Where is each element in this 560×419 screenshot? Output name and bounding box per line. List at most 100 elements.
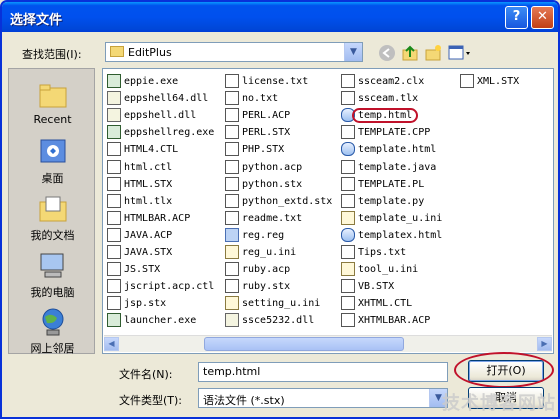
exe-file-icon — [107, 125, 121, 140]
file-name: JS.STX — [124, 264, 161, 276]
scroll-right-icon[interactable]: ▶ — [537, 337, 552, 351]
file-name: HTML.STX — [124, 178, 173, 190]
file-item[interactable]: readme.txt — [225, 210, 302, 227]
file-name: Tips.txt — [358, 247, 407, 258]
doc-file-icon — [107, 159, 121, 174]
file-item[interactable]: templatex.html — [341, 227, 442, 244]
file-item[interactable]: PERL.ACP — [225, 107, 290, 124]
scroll-left-icon[interactable]: ◀ — [104, 337, 119, 351]
file-item[interactable]: Tips.txt — [341, 244, 406, 261]
file-item[interactable]: TEMPLATE.PL — [341, 176, 424, 193]
file-item[interactable]: eppshell64.dll — [107, 90, 208, 107]
file-item[interactable]: XHTMLBAR.ACP — [341, 312, 430, 329]
file-item[interactable]: jsp.stx — [107, 295, 166, 312]
file-item[interactable]: ruby.acp — [225, 261, 290, 278]
file-item[interactable]: python_extd.stx — [225, 193, 332, 210]
file-item[interactable]: reg.reg — [225, 227, 284, 244]
file-item[interactable]: reg_u.ini — [225, 244, 296, 261]
ini-file-icon — [341, 210, 355, 225]
file-item[interactable]: tool_u.ini — [341, 261, 418, 278]
help-button[interactable]: ? — [505, 6, 528, 29]
doc-file-icon — [341, 193, 355, 208]
file-item[interactable]: eppshellreg.exe — [107, 124, 214, 141]
file-item[interactable]: XHTML.CTL — [341, 295, 412, 312]
file-item[interactable]: template.java — [341, 159, 436, 176]
doc-file-icon — [225, 91, 239, 106]
place-desktop[interactable]: 桌面 — [9, 136, 96, 186]
place-computer[interactable]: 我的电脑 — [9, 250, 96, 300]
ini-file-icon — [341, 262, 355, 277]
filename-field[interactable]: temp.html — [198, 362, 448, 382]
file-item[interactable]: JAVA.STX — [107, 244, 172, 261]
place-documents[interactable]: 我的文档 — [9, 193, 96, 243]
doc-file-icon — [225, 159, 239, 174]
place-recent[interactable]: Recent — [9, 79, 96, 126]
file-item[interactable]: setting_u.ini — [225, 295, 320, 312]
file-item[interactable]: python.acp — [225, 159, 302, 176]
file-item[interactable]: python.stx — [225, 176, 302, 193]
file-item[interactable]: ssceam.tlx — [341, 90, 418, 107]
file-name: eppshell.dll — [124, 110, 197, 122]
file-item[interactable]: VB.STX — [341, 278, 394, 295]
file-item[interactable]: temp.html — [341, 107, 419, 124]
dll-file-icon — [107, 91, 121, 106]
file-item[interactable]: no.txt — [225, 90, 278, 107]
doc-file-icon — [341, 313, 355, 328]
file-item[interactable]: PHP.STX — [225, 141, 284, 158]
file-item[interactable]: jscript.acp.ctl — [107, 278, 214, 295]
file-name: readme.txt — [242, 212, 303, 224]
file-name: ssceam.tlx — [358, 93, 419, 105]
file-item[interactable]: ssceam2.clx — [341, 73, 424, 90]
chevron-down-icon[interactable]: ▼ — [344, 43, 362, 61]
file-item[interactable]: template.py — [341, 193, 424, 210]
file-item[interactable]: ssce5232.dll — [225, 312, 314, 329]
up-folder-icon[interactable] — [400, 43, 420, 63]
file-item[interactable]: TEMPLATE.CPP — [341, 124, 430, 141]
file-list[interactable]: ◀ ▶ eppie.exe eppshell64.dll eppshell.dll e… — [102, 68, 554, 354]
file-name: ruby.acp — [242, 264, 291, 276]
doc-file-icon — [225, 142, 239, 157]
doc-file-icon — [341, 245, 355, 259]
reg-file-icon — [225, 227, 239, 242]
close-button[interactable]: ✕ — [531, 6, 554, 29]
file-item[interactable]: html.tlx — [107, 193, 172, 210]
computer-icon — [40, 253, 63, 278]
place-network[interactable]: 网上邻居 — [9, 306, 96, 356]
file-item[interactable]: eppie.exe — [107, 73, 178, 90]
file-item[interactable]: ruby.stx — [225, 278, 290, 295]
file-name: ruby.stx — [242, 281, 291, 293]
file-name: no.txt — [242, 93, 279, 105]
dll-file-icon — [107, 108, 121, 123]
back-icon[interactable] — [377, 43, 397, 63]
file-name: JAVA.ACP — [124, 229, 173, 241]
file-name: template.java — [358, 161, 437, 173]
filetype-value: 语法文件 (*.stx) — [203, 394, 285, 407]
lookin-combo[interactable]: EditPlus ▼ — [105, 42, 363, 62]
filetype-select[interactable]: 语法文件 (*.stx) ▼ — [198, 388, 448, 408]
file-name: PERL.ACP — [242, 110, 291, 122]
dll-file-icon — [225, 313, 239, 328]
horizontal-scrollbar[interactable]: ◀ ▶ — [104, 335, 552, 352]
file-name: reg.reg — [242, 229, 285, 241]
doc-file-icon — [225, 176, 239, 191]
file-item[interactable]: html.ctl — [107, 159, 172, 176]
file-item[interactable]: HTML.STX — [107, 176, 172, 193]
file-item[interactable]: XML.STX — [460, 73, 519, 90]
file-item[interactable]: PERL.STX — [225, 124, 290, 141]
file-item[interactable]: launcher.exe — [107, 312, 196, 329]
file-item[interactable]: JS.STX — [107, 261, 160, 278]
places-bar: Recent 桌面 我的文档 我的电脑 网上邻居 — [8, 68, 96, 356]
file-item[interactable]: license.txt — [225, 73, 308, 90]
file-item[interactable]: template.html — [341, 141, 436, 158]
new-folder-icon[interactable] — [423, 43, 443, 63]
desktop-icon — [40, 139, 65, 163]
file-item[interactable]: eppshell.dll — [107, 107, 196, 124]
network-icon — [42, 308, 63, 336]
view-menu-icon[interactable] — [448, 43, 472, 63]
file-item[interactable]: HTML4.CTL — [107, 141, 178, 158]
file-item[interactable]: HTMLBAR.ACP — [107, 210, 190, 227]
file-item[interactable]: JAVA.ACP — [107, 227, 172, 244]
file-item[interactable]: template_u.ini — [341, 210, 442, 227]
file-name: tool_u.ini — [358, 264, 419, 276]
scroll-thumb[interactable] — [204, 337, 404, 351]
